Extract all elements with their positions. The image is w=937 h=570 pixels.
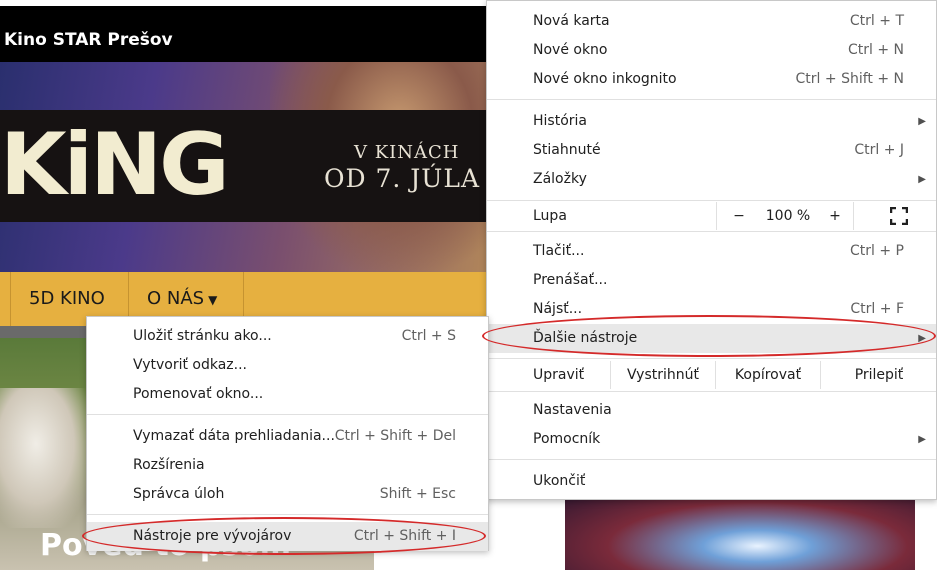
cut-button[interactable]: Vystrihnúť [611,361,715,389]
menu-item-label: Nájsť... [533,301,583,317]
menu-item-incognito[interactable]: Nové okno inkognito Ctrl + Shift + N [487,65,936,94]
banner-line-2: OD 7. JÚLA [324,164,481,193]
submenu-item-task-manager[interactable]: Správca úloh Shift + Esc [87,480,488,509]
menu-item-shortcut: Ctrl + S [401,328,456,344]
menu-item-help[interactable]: Pomocník ▶ [487,425,936,454]
fullscreen-button[interactable] [879,202,919,230]
menu-separator [487,391,936,392]
menu-item-new-window[interactable]: Nové okno Ctrl + N [487,36,936,65]
triangle-right-icon: ▶ [918,434,926,445]
menu-item-label: Ukončiť [533,473,586,489]
triangle-right-icon: ▶ [918,116,926,127]
nav-item-o-nas-label: O NÁS [147,288,205,309]
zoom-label: Lupa [533,208,567,224]
menu-item-label: Pomenovať okno... [133,386,264,402]
menu-separator [487,459,936,460]
menu-item-label: Nová karta [533,13,610,29]
menu-separator [487,99,936,100]
site-header: Kino STAR Prešov [0,6,486,62]
more-tools-submenu: Uložiť stránku ako... Ctrl + S Vytvoriť … [86,316,489,551]
menu-item-label: Záložky [533,171,587,187]
menu-item-exit[interactable]: Ukončiť [487,467,936,496]
menu-item-label: História [533,113,587,129]
zoom-divider [716,202,717,230]
triangle-right-icon: ▶ [918,333,926,344]
menu-item-shortcut: Ctrl + N [847,42,904,58]
movie-poster[interactable] [565,490,915,570]
menu-item-shortcut: Ctrl + Shift + N [795,71,904,87]
menu-item-history[interactable]: História ▶ [487,107,936,136]
menu-item-more-tools[interactable]: Ďalšie nástroje ▶ [487,324,936,353]
triangle-right-icon: ▶ [918,174,926,185]
paste-button[interactable]: Prilepiť [821,361,937,389]
menu-item-shortcut: Shift + Esc [379,486,456,502]
submenu-item-name-window[interactable]: Pomenovať okno... [87,380,488,409]
menu-item-downloads[interactable]: Stiahnuté Ctrl + J [487,136,936,165]
menu-item-edit: Upraviť Vystrihnúť Kopírovať Prilepiť [487,361,936,389]
menu-item-label: Prenášať... [533,272,608,288]
menu-separator [487,200,936,201]
menu-item-label: Vytvoriť odkaz... [133,357,248,373]
menu-item-label: Pomocník [533,431,601,447]
dog-image [0,388,90,528]
copy-button[interactable]: Kopírovať [716,361,820,389]
submenu-item-create-shortcut[interactable]: Vytvoriť odkaz... [87,351,488,380]
nav-divider [10,272,11,326]
menu-item-shortcut: Ctrl + J [854,142,904,158]
submenu-item-extensions[interactable]: Rozšírenia [87,451,488,480]
submenu-item-clear-data[interactable]: Vymazať dáta prehliadania... Ctrl + Shif… [87,422,488,451]
menu-separator [87,414,488,415]
menu-item-shortcut: Ctrl + T [849,13,904,29]
menu-item-bookmarks[interactable]: Záložky ▶ [487,165,936,194]
menu-separator [487,358,936,359]
menu-item-label: Rozšírenia [133,457,205,473]
site-title[interactable]: Kino STAR Prešov [4,30,173,50]
menu-item-label: Nové okno [533,42,608,58]
menu-item-label: Uložiť stránku ako... [133,328,272,344]
menu-item-label: Vymazať dáta prehliadania... [133,428,335,444]
edit-label: Upraviť [533,367,585,383]
menu-item-zoom: Lupa − 100 % + [487,202,936,230]
menu-item-shortcut: Ctrl + F [850,301,904,317]
menu-separator [87,514,488,515]
browser-main-menu: Nová karta Ctrl + T Nové okno Ctrl + N N… [486,0,937,500]
submenu-item-save-page[interactable]: Uložiť stránku ako... Ctrl + S [87,322,488,351]
menu-item-label: Nastavenia [533,402,612,418]
menu-item-label: Stiahnuté [533,142,601,158]
menu-item-shortcut: Ctrl + Shift + Del [334,428,456,444]
submenu-item-dev-tools[interactable]: Nástroje pre vývojárov Ctrl + Shift + I [87,522,488,551]
menu-separator [487,231,936,232]
banner-logo: KiNG [0,115,230,215]
menu-item-label: Správca úloh [133,486,225,502]
menu-item-find[interactable]: Nájsť... Ctrl + F [487,295,936,324]
menu-item-label: Tlačiť... [533,243,585,259]
zoom-value: 100 % [765,208,811,224]
fullscreen-icon [889,206,909,226]
banner-line-1: V KINÁCH [354,142,460,163]
menu-item-label: Ďalšie nástroje [533,330,638,346]
menu-item-settings[interactable]: Nastavenia [487,396,936,425]
menu-item-label: Nové okno inkognito [533,71,677,87]
chevron-down-icon: ▼ [208,293,218,307]
menu-item-print[interactable]: Tlačiť... Ctrl + P [487,237,936,266]
movie-banner[interactable]: KiNG V KINÁCH OD 7. JÚLA [0,62,486,272]
zoom-out-button[interactable]: − [727,202,751,230]
zoom-divider [853,202,854,230]
menu-item-cast[interactable]: Prenášať... [487,266,936,295]
menu-item-shortcut: Ctrl + P [850,243,904,259]
menu-item-shortcut: Ctrl + Shift + I [353,528,456,544]
zoom-in-button[interactable]: + [823,202,847,230]
menu-item-new-tab[interactable]: Nová karta Ctrl + T [487,7,936,36]
menu-item-label: Nástroje pre vývojárov [133,528,292,544]
